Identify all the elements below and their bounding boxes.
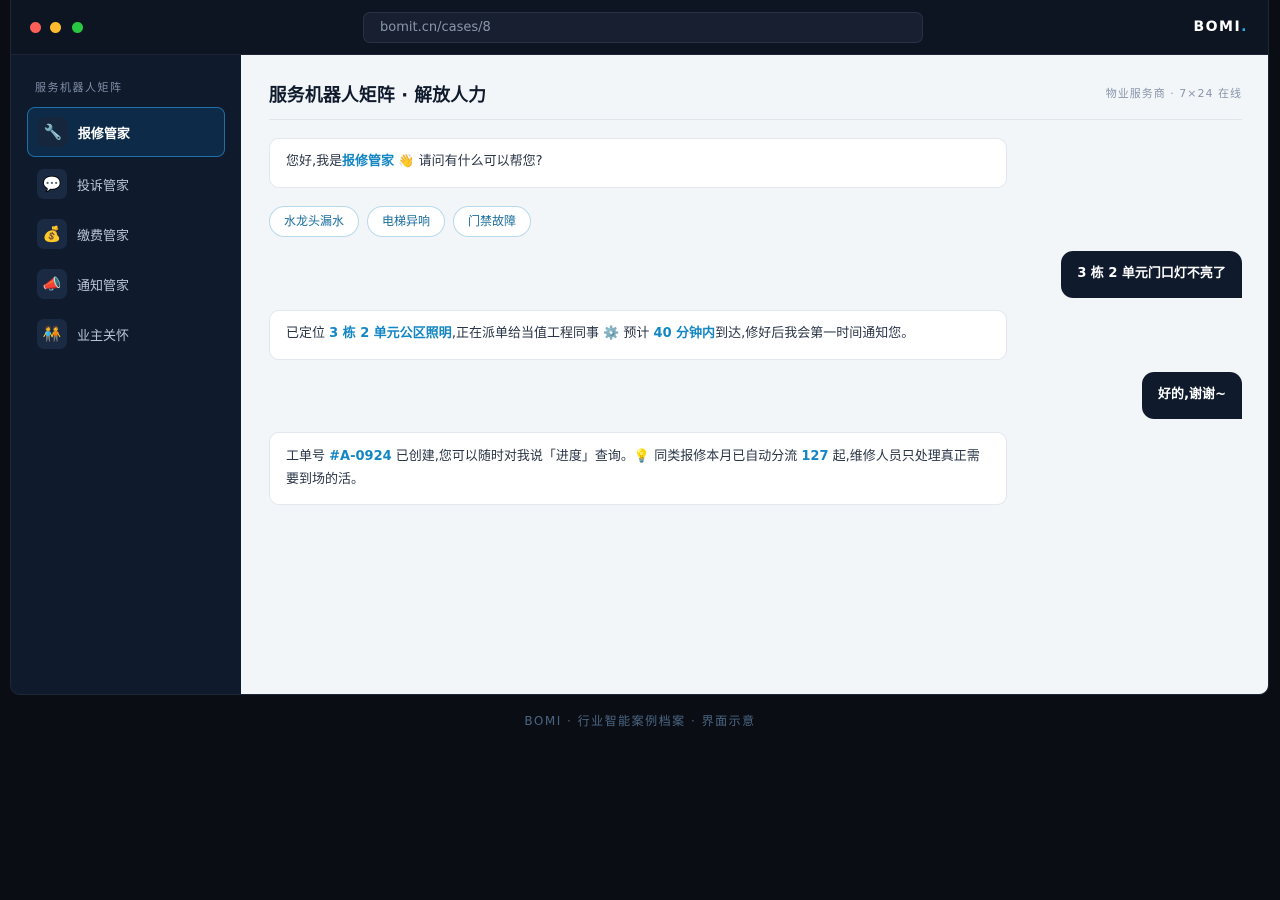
chat-panel: 服务机器人矩阵 · 解放人力 物业服务商 · 7×24 在线 您好,我是报修管家…	[241, 55, 1268, 694]
brand-logo: BOMI.	[1193, 19, 1248, 35]
sidebar-item-label: 投诉管家	[77, 178, 130, 194]
user-message: 3 栋 2 单元门口灯不亮了	[1061, 251, 1242, 298]
bot-message: 工单号 #A-0924 已创建,您可以随时对我说「进度」查询。💡 同类报修本月已…	[269, 432, 1007, 505]
wrench-icon: 🔧	[38, 117, 68, 147]
bot-message: 您好,我是报修管家 👋 请问有什么可以帮您?	[269, 138, 1007, 188]
people-icon: 🧑‍🤝‍🧑	[37, 319, 67, 349]
address-bar[interactable]: bomit.cn/cases/8	[363, 12, 923, 43]
sidebar-item-care[interactable]: 🧑‍🤝‍🧑 业主关怀	[27, 309, 225, 359]
sidebar-item-label: 业主关怀	[77, 328, 130, 344]
sidebar-title: 服务机器人矩阵	[35, 81, 123, 94]
quick-reply-chip[interactable]: 门禁故障	[453, 206, 532, 237]
quick-reply-chip[interactable]: 电梯异响	[367, 206, 446, 237]
speech-bubble-icon: 💬	[37, 169, 67, 199]
close-window-button[interactable]	[30, 22, 41, 33]
title-bar: bomit.cn/cases/8 BOMI.	[11, 0, 1268, 55]
money-bag-icon: 💰	[37, 219, 67, 249]
sidebar-item-notice[interactable]: 📣 通知管家	[27, 259, 225, 309]
header-divider	[269, 119, 1242, 120]
page-meta: 物业服务商 · 7×24 在线	[1105, 87, 1242, 100]
sidebar-item-repair[interactable]: 🔧 报修管家	[27, 107, 225, 157]
sidebar-item-label: 通知管家	[77, 278, 130, 294]
minimize-window-button[interactable]	[50, 22, 61, 33]
page-footer: BOMI · 行业智能案例档案 · 界面示意	[524, 714, 756, 728]
user-message: 好的,谢谢~	[1142, 372, 1242, 419]
sidebar: 服务机器人矩阵 🔧 报修管家 💬 投诉管家 💰 缴费管家 📣 通知管家 🧑‍🤝‍…	[11, 55, 241, 694]
bot-message: 已定位 3 栋 2 单元公区照明,正在派单给当值工程同事 ⚙️ 预计 40 分钟…	[269, 310, 1007, 360]
maximize-window-button[interactable]	[72, 22, 83, 33]
sidebar-item-complaint[interactable]: 💬 投诉管家	[27, 159, 225, 209]
sidebar-item-payment[interactable]: 💰 缴费管家	[27, 209, 225, 259]
app-window: bomit.cn/cases/8 BOMI. 服务机器人矩阵 🔧 报修管家 💬 …	[10, 0, 1269, 695]
sidebar-item-label: 缴费管家	[77, 228, 130, 244]
sidebar-item-label: 报修管家	[78, 126, 131, 142]
page-title: 服务机器人矩阵 · 解放人力	[269, 85, 487, 106]
megaphone-icon: 📣	[37, 269, 67, 299]
quick-reply-chip[interactable]: 水龙头漏水	[269, 206, 360, 237]
